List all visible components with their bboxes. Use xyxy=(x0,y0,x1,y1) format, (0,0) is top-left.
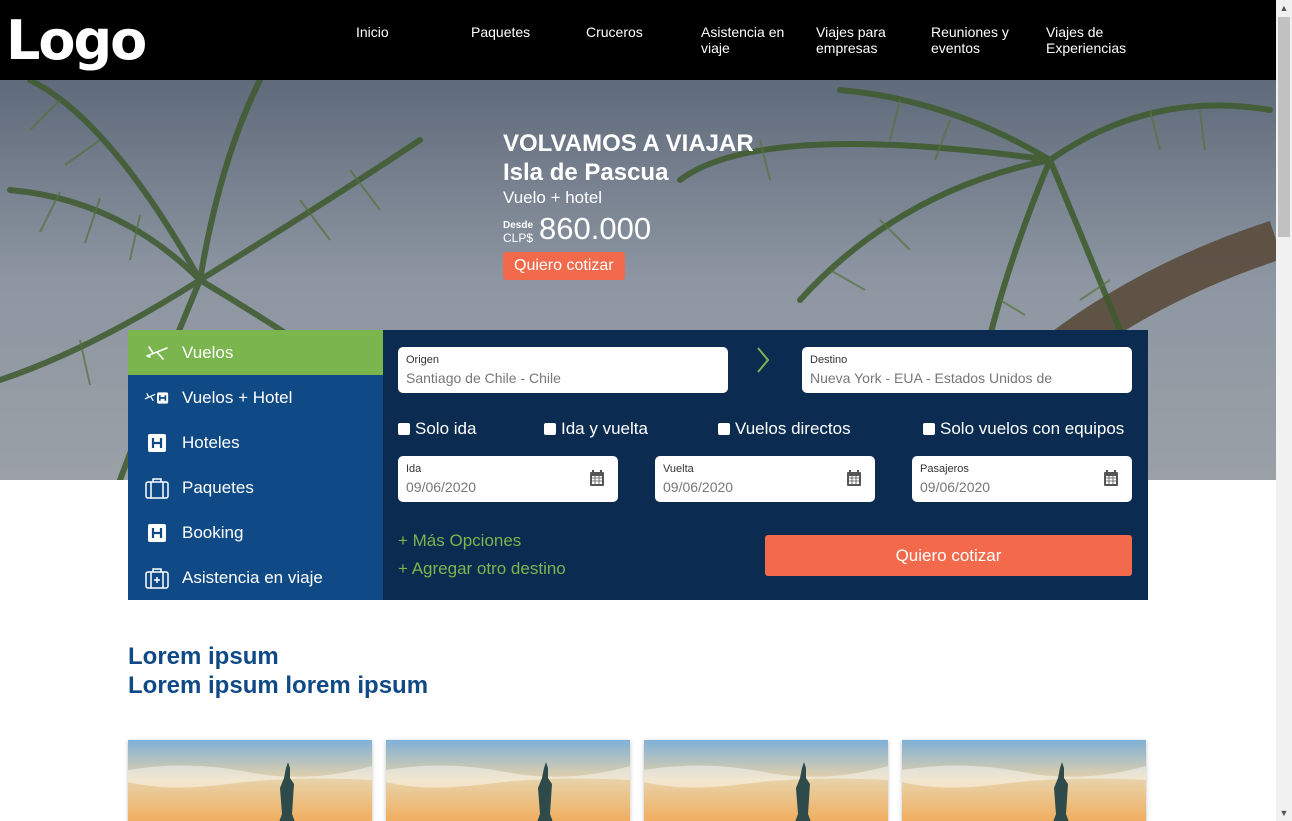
medical-case-icon xyxy=(144,567,170,589)
suitcase-icon xyxy=(144,477,170,499)
currency-label: CLP$ xyxy=(503,231,534,245)
calendar-icon[interactable] xyxy=(847,470,861,491)
price-value: 860.000 xyxy=(539,211,652,246)
tab-label: Asistencia en viaje xyxy=(182,567,323,587)
more-options-link[interactable]: + Más Opciones xyxy=(398,531,521,551)
hero-kicker: VOLVAMOS A VIAJAR xyxy=(503,130,754,157)
option-solo-ida[interactable]: Solo ida xyxy=(398,419,476,439)
origin-label: Origen xyxy=(406,354,440,366)
main-nav: Inicio Paquetes Cruceros Asistencia en v… xyxy=(356,24,1161,56)
pasajeros-value[interactable]: 09/06/2020 xyxy=(920,479,990,495)
ida-date-field[interactable]: Ida 09/06/2020 xyxy=(398,456,618,502)
search-panel: Origen Santiago de Chile - Chile Destino… xyxy=(383,330,1148,600)
hero-subtitle: Vuelo + hotel xyxy=(503,188,603,207)
vuelta-date-field[interactable]: Vuelta 09/06/2020 xyxy=(655,456,875,502)
option-label: Solo vuelos con equipos xyxy=(940,419,1125,438)
option-ida-vuelta[interactable]: Ida y vuelta xyxy=(544,419,648,439)
ida-value[interactable]: 09/06/2020 xyxy=(406,479,476,495)
pasajeros-field[interactable]: Pasajeros 09/06/2020 xyxy=(912,456,1132,502)
vertical-scrollbar[interactable]: ▲ ▼ xyxy=(1276,0,1292,821)
checkbox[interactable] xyxy=(544,423,556,435)
destination-card[interactable] xyxy=(386,740,630,821)
tab-label: Booking xyxy=(182,522,244,542)
booking-icon xyxy=(144,522,170,544)
calendar-icon[interactable] xyxy=(1104,470,1118,491)
origin-field[interactable]: Origen Santiago de Chile - Chile xyxy=(398,347,728,393)
nav-item-reuniones[interactable]: Reuniones y eventos xyxy=(931,24,1046,56)
ida-label: Ida xyxy=(406,463,422,475)
origin-value[interactable]: Santiago de Chile - Chile xyxy=(406,370,561,386)
nav-item-paquetes[interactable]: Paquetes xyxy=(471,24,586,56)
checkbox[interactable] xyxy=(923,423,935,435)
nav-item-empresas[interactable]: Viajes para empresas xyxy=(816,24,931,56)
tab-paquetes[interactable]: Paquetes xyxy=(128,465,383,510)
destination-label: Destino xyxy=(810,354,848,366)
destination-cards xyxy=(128,740,1160,821)
vuelta-label: Vuelta xyxy=(663,463,694,475)
hero-quote-button[interactable]: Quiero cotizar xyxy=(503,252,625,280)
price-row: Desde CLP$ 860.000 xyxy=(503,211,754,246)
destination-card[interactable] xyxy=(644,740,888,821)
tab-label: Vuelos xyxy=(182,342,234,362)
checkbox[interactable] xyxy=(718,423,730,435)
destination-card[interactable] xyxy=(902,740,1146,821)
nav-item-inicio[interactable]: Inicio xyxy=(356,24,471,56)
plane-hotel-icon xyxy=(144,387,170,409)
vuelta-value[interactable]: 09/06/2020 xyxy=(663,479,733,495)
section-heading: Lorem ipsum Lorem ipsum lorem ipsum xyxy=(128,642,428,700)
statue-of-liberty-image xyxy=(644,740,888,821)
section-title-line2: Lorem ipsum lorem ipsum xyxy=(128,672,429,699)
destination-value[interactable]: Nueva York - EUA - Estados Unidos de xyxy=(810,370,1052,386)
tab-label: Paquetes xyxy=(182,477,254,497)
statue-of-liberty-image xyxy=(386,740,630,821)
page: Logo Inicio Paquetes Cruceros Asistencia… xyxy=(0,0,1292,821)
search-widget: Vuelos Vuelos + Hotel Hoteles Paquetes B… xyxy=(128,330,1148,600)
option-label: Solo ida xyxy=(415,419,477,438)
option-label: Ida y vuelta xyxy=(561,419,648,438)
scroll-down-arrow-icon[interactable]: ▼ xyxy=(1276,805,1292,821)
statue-of-liberty-image xyxy=(128,740,372,821)
calendar-icon[interactable] xyxy=(590,470,604,491)
add-destination-link[interactable]: + Agregar otro destino xyxy=(398,559,566,579)
tab-vuelos-hotel[interactable]: Vuelos + Hotel xyxy=(128,375,383,420)
checkbox[interactable] xyxy=(398,423,410,435)
tab-asistencia[interactable]: Asistencia en viaje xyxy=(128,555,383,600)
pasajeros-label: Pasajeros xyxy=(920,463,969,475)
nav-item-cruceros[interactable]: Cruceros xyxy=(586,24,701,56)
product-tabs: Vuelos Vuelos + Hotel Hoteles Paquetes B… xyxy=(128,330,383,600)
tab-booking[interactable]: Booking xyxy=(128,510,383,555)
nav-item-experiencias[interactable]: Viajes de Experiencias xyxy=(1046,24,1161,56)
destination-card[interactable] xyxy=(128,740,372,821)
nav-item-asistencia[interactable]: Asistencia en viaje xyxy=(701,24,816,56)
top-navbar: Logo Inicio Paquetes Cruceros Asistencia… xyxy=(0,0,1276,80)
hotel-icon xyxy=(144,432,170,454)
tab-vuelos[interactable]: Vuelos xyxy=(128,330,383,375)
scrollbar-thumb[interactable] xyxy=(1278,17,1290,237)
logo[interactable]: Logo xyxy=(6,8,147,74)
quote-submit-button[interactable]: Quiero cotizar xyxy=(765,535,1132,576)
option-label: Vuelos directos xyxy=(735,419,851,438)
tab-label: Vuelos + Hotel xyxy=(182,387,293,407)
tab-label: Hoteles xyxy=(182,432,240,452)
destination-field[interactable]: Destino Nueva York - EUA - Estados Unido… xyxy=(802,347,1132,393)
plane-icon xyxy=(144,342,170,364)
option-vuelos-equipos[interactable]: Solo vuelos con equipos xyxy=(923,419,1124,439)
swap-arrow-icon[interactable] xyxy=(755,346,771,379)
hero-promo: VOLVAMOS A VIAJAR Isla de Pascua Vuelo +… xyxy=(503,130,754,280)
price-prefix: Desde CLP$ xyxy=(503,220,533,244)
scroll-up-arrow-icon[interactable]: ▲ xyxy=(1276,0,1292,16)
section-title-line1: Lorem ipsum xyxy=(128,643,279,670)
tab-hoteles[interactable]: Hoteles xyxy=(128,420,383,465)
statue-of-liberty-image xyxy=(902,740,1146,821)
hero-title: Isla de Pascua xyxy=(503,159,669,186)
option-vuelos-directos[interactable]: Vuelos directos xyxy=(718,419,851,439)
